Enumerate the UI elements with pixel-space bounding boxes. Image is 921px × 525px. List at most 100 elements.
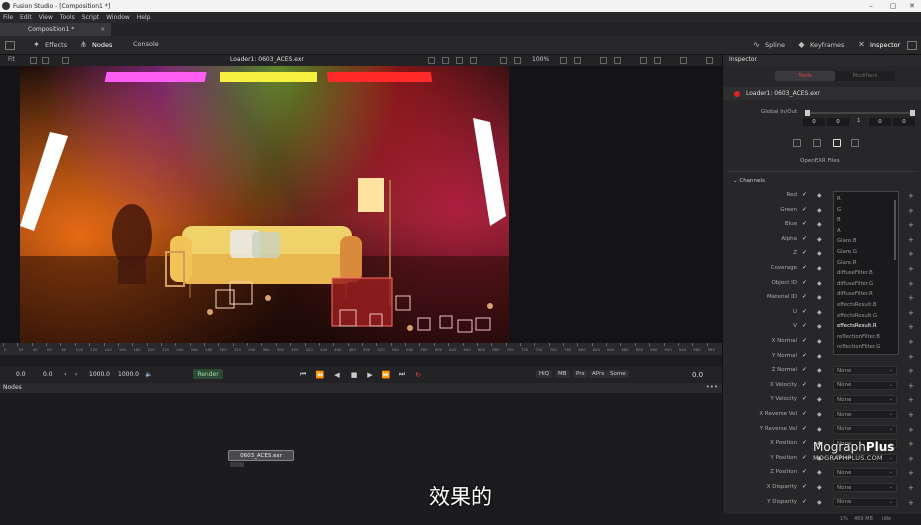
tab-close-icon[interactable]: × bbox=[100, 26, 105, 33]
add-modifier-icon[interactable]: + bbox=[908, 207, 914, 215]
channel-checkbox[interactable]: ✓ bbox=[802, 484, 808, 490]
rewind-icon[interactable]: ⏪ bbox=[314, 369, 326, 380]
tab-tools[interactable]: Tools bbox=[775, 71, 835, 81]
add-modifier-icon[interactable]: + bbox=[908, 499, 914, 507]
node-editor[interactable]: 0603_ACES.exr bbox=[0, 393, 722, 525]
tool-header-loader[interactable]: Loader1: 0603_ACES.exr bbox=[723, 87, 921, 100]
channel-checkbox[interactable]: ✓ bbox=[802, 265, 808, 271]
auto-proxy-toggle[interactable]: APrx bbox=[589, 370, 608, 378]
keyframe-icon[interactable]: ◆ bbox=[817, 396, 822, 403]
keyframe-icon[interactable]: ◆ bbox=[817, 221, 822, 228]
step-forward-icon[interactable]: › bbox=[75, 369, 77, 380]
keyframe-icon[interactable]: ◆ bbox=[817, 426, 822, 433]
loop-icon[interactable]: ↻ bbox=[412, 369, 424, 380]
channel-dropdown-list[interactable]: R G B A Glare.B Glare.G Glare.R diffuseFilter.B… bbox=[833, 191, 899, 355]
more-options-icon[interactable]: ••• bbox=[706, 383, 718, 391]
add-modifier-icon[interactable]: + bbox=[908, 396, 914, 404]
dropdown-scrollbar[interactable] bbox=[894, 200, 896, 260]
viewer-tool-icon[interactable] bbox=[428, 57, 435, 64]
inout-field[interactable]: 0 bbox=[893, 118, 915, 126]
viewer-tool-icon[interactable] bbox=[456, 57, 463, 64]
channel-select[interactable]: None ⌄ bbox=[833, 366, 897, 376]
channel-checkbox[interactable]: ✓ bbox=[802, 294, 808, 300]
dropdown-option[interactable]: diffuseFilter.B bbox=[837, 270, 873, 276]
channel-checkbox[interactable]: ✓ bbox=[802, 352, 808, 359]
menu-window[interactable]: Window bbox=[106, 14, 130, 21]
keyframe-icon[interactable]: ◆ bbox=[817, 338, 822, 345]
add-modifier-icon[interactable]: + bbox=[908, 353, 914, 361]
fit-dropdown[interactable]: Fit bbox=[8, 56, 15, 63]
channel-select[interactable]: None ⌄ bbox=[833, 395, 897, 405]
channel-checkbox[interactable]: ✓ bbox=[802, 469, 808, 475]
channel-checkbox[interactable]: ✓ bbox=[802, 396, 808, 402]
current-frame-field[interactable]: 0.0 bbox=[692, 369, 703, 380]
keyframe-icon[interactable]: ◆ bbox=[817, 411, 822, 418]
keyframe-icon[interactable]: ◆ bbox=[817, 294, 822, 301]
go-to-start-icon[interactable]: ⏮ bbox=[297, 369, 309, 380]
dropdown-option[interactable]: effectsResult.B bbox=[837, 302, 877, 308]
render-button[interactable]: Render bbox=[193, 369, 223, 379]
channel-select[interactable]: None ⌄ bbox=[833, 483, 897, 492]
add-modifier-icon[interactable]: + bbox=[908, 309, 914, 317]
keyframe-icon[interactable]: ◆ bbox=[817, 250, 822, 257]
dropdown-option[interactable]: Glare.G bbox=[837, 249, 857, 255]
import-tab-icon[interactable] bbox=[833, 139, 841, 147]
render-end-field[interactable]: 1000.0 bbox=[118, 369, 139, 380]
dropdown-option[interactable]: A bbox=[837, 228, 841, 234]
keyframe-icon[interactable]: ◆ bbox=[817, 469, 822, 476]
add-modifier-icon[interactable]: + bbox=[908, 367, 914, 375]
viewer-tool-icon[interactable] bbox=[514, 57, 521, 64]
inout-field[interactable]: 0 bbox=[827, 118, 849, 126]
node-thumbnail-toggle[interactable] bbox=[230, 462, 244, 467]
viewer-tool-icon[interactable] bbox=[654, 57, 661, 64]
channel-checkbox[interactable]: ✓ bbox=[802, 498, 808, 505]
play-reverse-icon[interactable]: ◀ bbox=[331, 369, 343, 380]
channel-checkbox[interactable]: ✓ bbox=[802, 308, 808, 315]
viewer-panel[interactable] bbox=[0, 66, 722, 343]
viewer-option-icon[interactable] bbox=[42, 57, 49, 64]
step-back-icon[interactable]: ‹ bbox=[64, 369, 66, 380]
inout-field[interactable]: 1 bbox=[857, 118, 861, 124]
inout-field[interactable]: 0 bbox=[869, 118, 891, 126]
keyframe-icon[interactable]: ◆ bbox=[817, 265, 822, 272]
channel-checkbox[interactable]: ✓ bbox=[802, 440, 808, 446]
channels-section-toggle[interactable]: ⌄ Channels bbox=[733, 178, 765, 184]
keyframe-icon[interactable]: ◆ bbox=[817, 236, 822, 243]
minimize-button[interactable]: – bbox=[861, 0, 881, 12]
proxy-toggle[interactable]: Prx bbox=[573, 370, 588, 378]
keyframe-icon[interactable]: ◆ bbox=[817, 323, 822, 330]
format-tab-icon[interactable] bbox=[813, 139, 821, 147]
right-panel-toggle-icon[interactable] bbox=[907, 41, 917, 50]
menu-edit[interactable]: Edit bbox=[20, 14, 32, 21]
tab-modifiers[interactable]: Modifiers bbox=[835, 71, 895, 81]
audio-icon[interactable]: 🔈 bbox=[145, 369, 152, 380]
viewer-option-icon[interactable] bbox=[62, 57, 69, 64]
menu-tools[interactable]: Tools bbox=[60, 14, 75, 21]
add-modifier-icon[interactable]: + bbox=[908, 236, 914, 244]
keyframe-icon[interactable]: ◆ bbox=[817, 382, 822, 389]
fast-forward-icon[interactable]: ⏩ bbox=[380, 369, 392, 380]
add-modifier-icon[interactable]: + bbox=[908, 469, 914, 477]
channel-checkbox[interactable]: ✓ bbox=[802, 454, 808, 461]
settings-tab-icon[interactable] bbox=[851, 139, 859, 147]
channel-checkbox[interactable]: ✓ bbox=[802, 235, 808, 242]
tool-enable-icon[interactable] bbox=[734, 90, 740, 97]
viewer-tool-icon[interactable] bbox=[574, 57, 581, 64]
viewer-tool-icon[interactable] bbox=[560, 57, 567, 64]
panel-toggle-icon[interactable] bbox=[5, 41, 15, 50]
stop-icon[interactable]: ■ bbox=[348, 369, 360, 380]
global-start-field[interactable]: 0.0 bbox=[43, 369, 53, 380]
keyframe-icon[interactable]: ◆ bbox=[817, 309, 822, 316]
global-end-field[interactable]: 1000.0 bbox=[89, 369, 110, 380]
add-modifier-icon[interactable]: + bbox=[908, 192, 914, 200]
channel-checkbox[interactable]: ✓ bbox=[802, 323, 808, 329]
viewer-tool-icon[interactable] bbox=[442, 57, 449, 64]
nodes-button[interactable]: ⋔ Nodes bbox=[79, 40, 112, 49]
viewer-tool-icon[interactable] bbox=[614, 57, 621, 64]
go-to-end-icon[interactable]: ⏭ bbox=[396, 369, 408, 380]
add-modifier-icon[interactable]: + bbox=[908, 280, 914, 288]
inout-field[interactable]: 0 bbox=[803, 118, 825, 126]
dropdown-option[interactable]: reflectionFilter.G bbox=[837, 344, 880, 350]
spline-button[interactable]: ∿ Spline bbox=[752, 40, 785, 49]
dropdown-option[interactable]: effectsResult.R bbox=[837, 323, 877, 329]
